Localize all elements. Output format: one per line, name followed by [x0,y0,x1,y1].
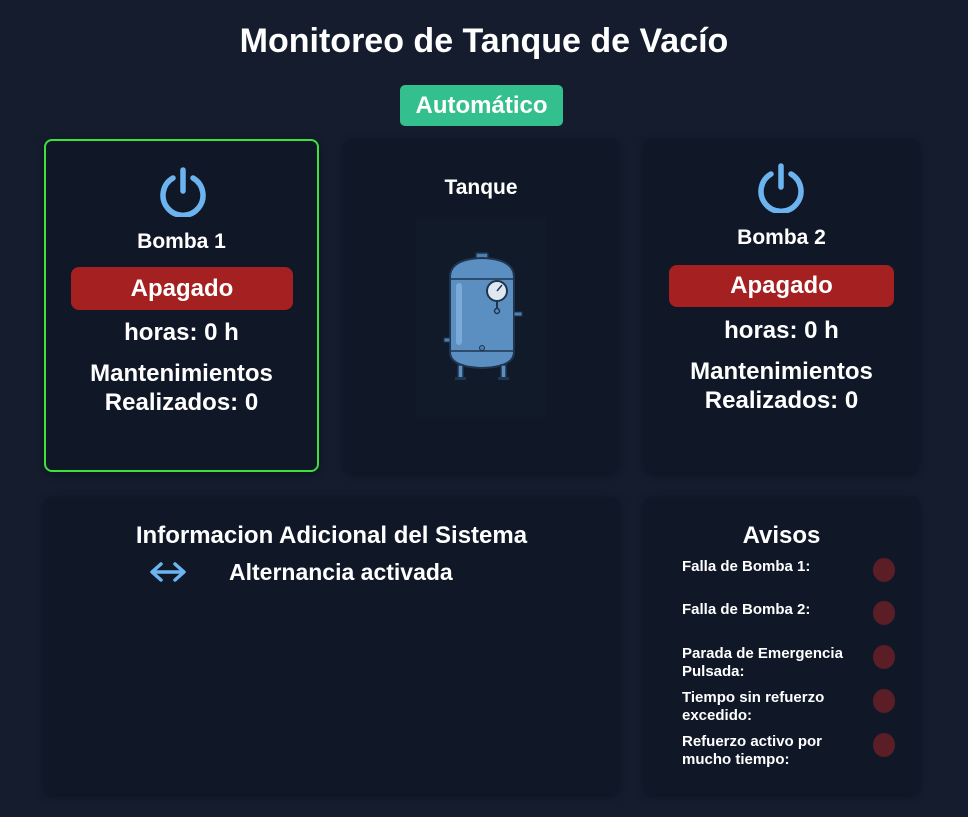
pump-name: Bomba 1 [137,230,226,253]
left-right-arrow-icon [150,562,186,582]
pump-hours: horas: 0 h [124,319,239,346]
tank-label: Tanque [444,176,518,199]
alert-row: Tiempo sin refuerzo excedido: [682,689,907,725]
alert-row: Refuerzo activo por mucho tiempo: [682,733,907,769]
alternation-status: Alternancia activada [229,559,453,585]
pump-state-button[interactable]: Apagado [669,265,894,307]
alert-indicator [873,645,895,669]
power-icon[interactable] [158,167,208,217]
alert-indicator [873,601,895,625]
alert-label: Falla de Bomba 2: [682,601,811,618]
pump-maintenance-label: Mantenimientos [90,360,273,387]
pump-state-button[interactable]: Apagado [71,267,293,310]
alert-indicator [873,733,895,757]
alert-label: Refuerzo activo por mucho tiempo: [682,733,823,768]
alert-indicator [873,558,895,582]
alert-row: Falla de Bomba 1: [682,558,907,588]
alert-row: Falla de Bomba 2: [682,601,907,631]
vacuum-tank-icon [443,252,523,380]
page-title: Monitoreo de Tanque de Vacío [239,22,729,60]
tank-card: Tanque [344,139,618,472]
system-info-title: Informacion Adicional del Sistema [135,522,528,549]
system-info-card: Informacion Adicional del Sistema Altern… [44,497,619,794]
alerts-card: Avisos Falla de Bomba 1: Falla de Bomba … [644,497,919,794]
pump-hours: horas: 0 h [724,317,839,344]
alert-indicator [873,689,895,713]
pump-2-card[interactable]: Bomba 2 Apagado horas: 0 h Mantenimiento… [644,139,919,472]
tank-image-frame [416,217,546,417]
pump-maintenance-label: Mantenimientos [690,358,873,385]
pump-1-card[interactable]: Bomba 1 Apagado horas: 0 h Mantenimiento… [44,139,319,472]
pump-maintenance-count: Realizados: 0 [104,389,259,416]
pump-name: Bomba 2 [737,226,826,249]
alert-label: Tiempo sin refuerzo excedido: [682,689,825,724]
power-icon[interactable] [756,163,806,213]
alert-row: Parada de Emergencia Pulsada: [682,645,907,681]
mode-badge[interactable]: Automático [400,85,563,126]
alert-label: Falla de Bomba 1: [682,558,811,575]
alerts-title: Avisos [742,522,821,549]
pump-maintenance-count: Realizados: 0 [704,387,859,414]
alert-label: Parada de Emergencia Pulsada: [682,645,843,680]
